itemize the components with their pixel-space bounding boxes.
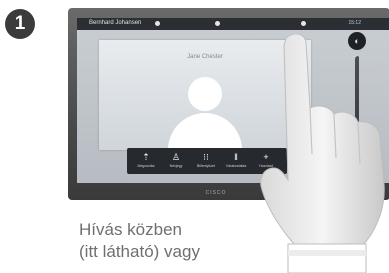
call-bar-label: Várakoztatás xyxy=(225,164,247,168)
share-icon: ⇡ xyxy=(142,152,150,162)
brand-logo: CISCO xyxy=(205,190,227,196)
camera-icon[interactable] xyxy=(301,21,306,26)
call-bar-label: Névjegy xyxy=(169,164,183,168)
avatar-body xyxy=(168,113,242,150)
caller-name: Bernhard Johansen xyxy=(89,20,142,26)
person-button[interactable]: ♙ Névjegy xyxy=(163,151,189,173)
keypad-button[interactable]: ⁝⁝ Billentyűzet xyxy=(193,151,219,173)
keypad-icon: ⁝⁝ xyxy=(203,152,209,162)
home-icon[interactable] xyxy=(215,21,220,26)
step-badge: 1 xyxy=(5,9,35,39)
caption-line-2: (itt látható) vagy xyxy=(79,242,200,261)
share-button[interactable]: ⇡ Megosztás xyxy=(133,151,159,173)
settings-icon[interactable] xyxy=(155,21,160,26)
avatar-head xyxy=(188,77,222,111)
hold-icon: ‖ xyxy=(234,152,238,162)
call-bar-label: Billentyűzet xyxy=(197,164,215,168)
clock: 15:12 xyxy=(348,20,361,26)
call-bar-label: Megosztás xyxy=(137,164,155,168)
page-indicator xyxy=(209,140,229,153)
person-icon: ♙ xyxy=(171,152,181,162)
caption-text: Hívás közben (itt látható) vagy xyxy=(79,219,279,263)
caption-line-1: Hívás közben xyxy=(79,220,182,239)
top-status-bar: Bernhard Johansen 15:12 xyxy=(77,18,389,30)
hold-button[interactable]: ‖ Várakoztatás xyxy=(223,151,249,173)
